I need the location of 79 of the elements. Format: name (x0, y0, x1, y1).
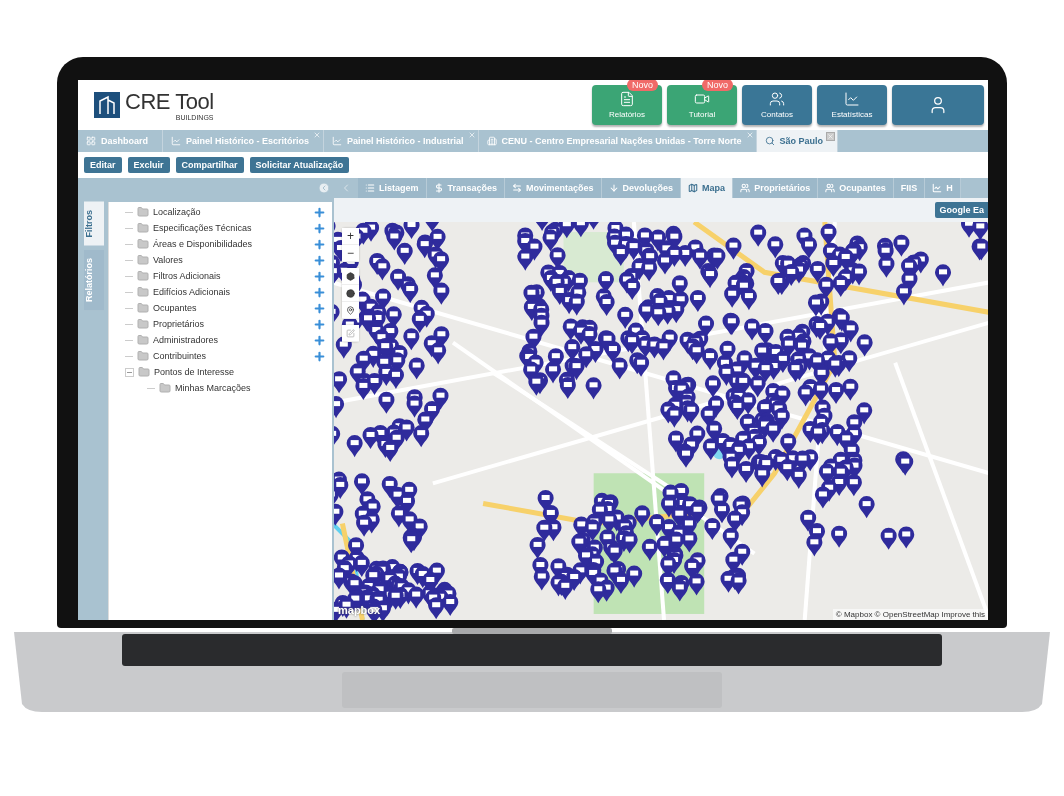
toolbar-button[interactable]: Compartilhar (175, 157, 244, 173)
folder-icon (137, 350, 149, 362)
new-badge: Novo (702, 80, 733, 91)
user-button[interactable] (892, 85, 984, 125)
folder-icon (137, 286, 149, 298)
folder-icon (137, 334, 149, 346)
toolbar-button[interactable]: Solicitar Atualização (249, 157, 350, 173)
add-icon[interactable] (313, 253, 326, 267)
header-button[interactable]: Estatísticas (817, 85, 887, 125)
add-icon[interactable] (313, 221, 326, 235)
add-icon[interactable] (313, 349, 326, 363)
zoom-in-button[interactable]: + (342, 228, 359, 245)
tree-item[interactable]: Ocupantes (153, 303, 309, 313)
folder-icon (137, 254, 149, 266)
close-icon[interactable] (826, 132, 835, 141)
circle-icon (346, 288, 355, 298)
pin-icon (346, 305, 355, 315)
map-icon (688, 183, 699, 193)
zoom-out-button[interactable]: − (342, 245, 359, 262)
tree-item[interactable]: Edifícios Adicionais (153, 287, 309, 297)
grid-icon (86, 136, 96, 146)
folder-icon (137, 318, 149, 330)
video-icon (694, 91, 710, 107)
people-icon (825, 183, 836, 193)
view-tab[interactable]: Mapa (681, 178, 734, 198)
add-icon[interactable] (313, 317, 326, 331)
chart-icon (332, 136, 343, 146)
folder-icon (137, 222, 149, 234)
add-icon[interactable] (313, 269, 326, 283)
tree-item[interactable]: Administradores (153, 335, 309, 345)
tree-item[interactable]: Proprietários (153, 319, 309, 329)
add-icon[interactable] (313, 237, 326, 251)
add-icon[interactable] (313, 301, 326, 315)
folder-icon (137, 206, 149, 218)
new-badge: Novo (627, 80, 658, 91)
map-attribution: © Mapbox © OpenStreetMap Improve this (832, 609, 988, 620)
header-button[interactable]: Contatos (742, 85, 812, 125)
tree-item[interactable]: Minhas Marcações (175, 383, 326, 393)
folder-icon (138, 366, 150, 378)
swap-icon (512, 183, 523, 193)
building-icon (486, 136, 497, 146)
tree-item[interactable]: Contribuintes (153, 351, 309, 361)
tree-item[interactable]: Áreas e Disponibilidades (153, 239, 309, 249)
google-earth-button[interactable]: Google Ea (935, 202, 988, 218)
edit-icon (346, 328, 355, 338)
toolbar-button[interactable]: Editar (84, 157, 122, 173)
document-icon (619, 91, 635, 107)
logo-icon (94, 92, 120, 118)
circle-tool-button[interactable] (342, 285, 359, 302)
chart-icon (171, 136, 181, 146)
hexagon-icon (346, 271, 355, 281)
folder-icon (159, 382, 171, 394)
search-icon (764, 136, 775, 146)
list-icon (365, 183, 375, 193)
polygon-tool-button[interactable] (342, 268, 359, 285)
marker-tool-button[interactable] (342, 302, 359, 319)
tree-item[interactable]: Pontos de Interesse (154, 367, 326, 377)
dollar-icon (433, 183, 444, 193)
collapse-toggle-icon[interactable] (125, 367, 134, 377)
add-icon[interactable] (313, 333, 326, 347)
folder-icon (137, 270, 149, 282)
tree-item[interactable]: Filtros Adicionais (153, 271, 309, 281)
tree-item[interactable]: Localização (153, 207, 309, 217)
toolbar-button[interactable]: Excluir (127, 157, 170, 173)
tree-item[interactable]: Valores (153, 255, 309, 265)
tab[interactable]: São Paulo (756, 130, 838, 152)
logo-title: CRE Tool (125, 89, 214, 114)
folder-icon (137, 302, 149, 314)
side-tab[interactable]: Filtros (84, 202, 104, 246)
down-arrow-icon (608, 183, 619, 193)
tree-item[interactable]: Especificações Técnicas (153, 223, 309, 233)
folder-icon (137, 238, 149, 250)
add-icon[interactable] (313, 285, 326, 299)
map-drawing[interactable] (334, 222, 988, 620)
add-icon[interactable] (313, 205, 326, 219)
people-icon (769, 91, 785, 107)
chart-icon (844, 91, 860, 107)
chart-icon (932, 183, 943, 193)
people-icon (740, 183, 751, 193)
